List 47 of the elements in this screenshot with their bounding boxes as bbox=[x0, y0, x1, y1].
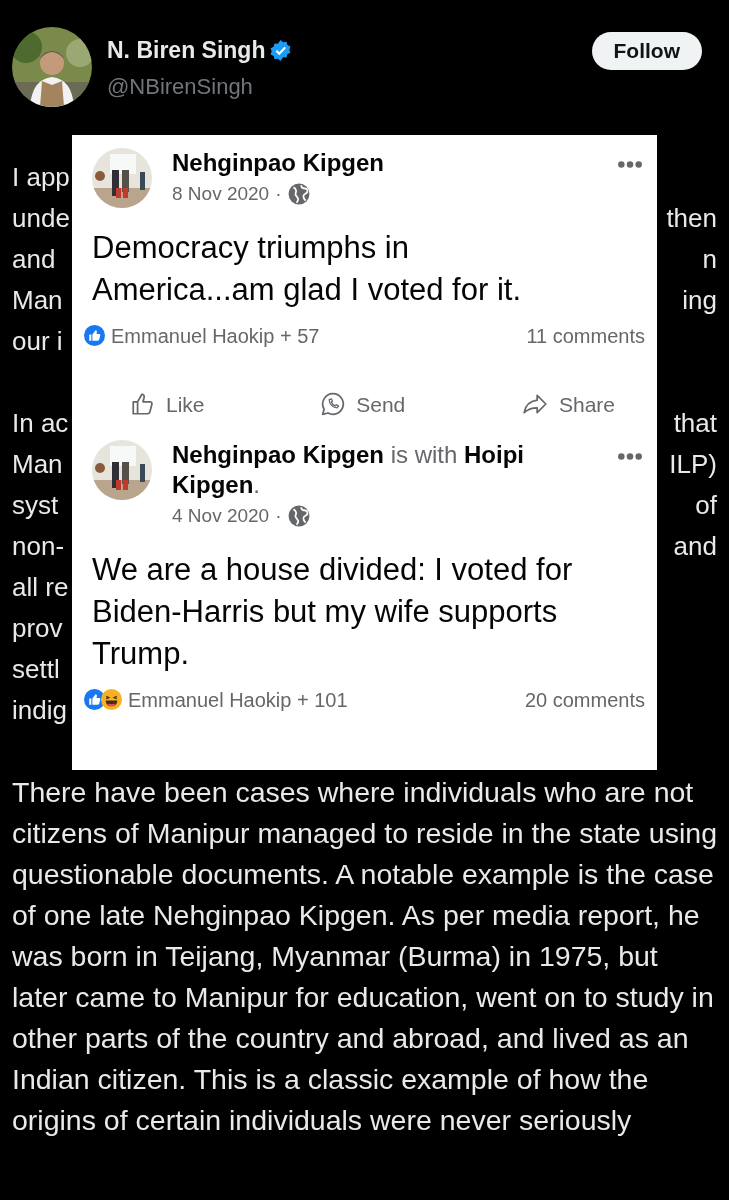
tweet-text-fragment: Man bbox=[12, 448, 63, 481]
thumbs-up-icon bbox=[130, 391, 156, 418]
tweet-text-fragment: that bbox=[673, 407, 717, 440]
globe-icon bbox=[287, 505, 310, 528]
tweet-text-fragment: then bbox=[666, 202, 717, 235]
separator-dot: · bbox=[275, 504, 282, 528]
post-author-line: Nehginpao Kipgen is with Hoipi Kipgen. bbox=[172, 440, 525, 500]
tweet-text-fragment: I app bbox=[12, 161, 70, 194]
comment-count[interactable]: 20 comments bbox=[524, 684, 645, 715]
like-reaction-icon bbox=[84, 325, 105, 346]
tweet-text-fragment: settl bbox=[12, 653, 60, 686]
tweet-text-fragment: all re bbox=[12, 571, 69, 604]
tweet-text-fragment: syst bbox=[12, 489, 59, 522]
post-date: 4 Nov 2020 bbox=[172, 504, 270, 528]
tweet-text-fragment: Man bbox=[12, 284, 63, 317]
tweet-text-fragment: ing bbox=[682, 284, 717, 317]
more-options-icon[interactable] bbox=[617, 160, 643, 169]
tweet-text-fragment: In ac bbox=[12, 407, 69, 440]
tweet-paragraph: There have been cases where individuals who are not citizens of Manipur managed to reside in the state using questionable documents. A notable example is the case of one late Nehginpao Kipgen. As per media report, he was born in Teijang, Myanmar (Burma) in 1975, but later came to Manipur for education, went on to study in other parts of the country and abroad, and lived as an Indian citizen. This is a classic example of how the origins of certain individuals were never seriously bbox=[12, 775, 717, 1138]
tweet-text-fragment: our i bbox=[12, 325, 63, 358]
chat-bubble-icon bbox=[320, 391, 347, 418]
tweet-text-fragment: of bbox=[695, 489, 717, 522]
more-options-icon[interactable] bbox=[617, 452, 643, 461]
tweet-text-fragment: prov bbox=[12, 612, 63, 645]
tweet-text-fragment: ILP) bbox=[669, 448, 717, 481]
like-button[interactable]: Like bbox=[130, 388, 205, 420]
post-author-line: Nehginpao Kipgen bbox=[172, 148, 385, 178]
comment-count[interactable]: 11 comments bbox=[526, 320, 645, 351]
tweet-text-fragment: n bbox=[702, 243, 717, 276]
reactor-names[interactable]: Emmanuel Haokip + 57 bbox=[111, 320, 320, 351]
author-name[interactable]: N. Biren Singh bbox=[107, 33, 266, 68]
tweet-text-fragment: non- bbox=[12, 530, 65, 563]
tweet-text-fragment: indig bbox=[12, 694, 67, 727]
post-text: We are a house divided: I voted for Biden-Harris but my wife supports Trump. bbox=[92, 550, 574, 673]
tweet-text-fragment: unde bbox=[12, 202, 70, 235]
post-text: Democracy triumphs in America...am glad I voted for it. bbox=[92, 228, 522, 309]
reactor-names[interactable]: Emmanuel Haokip + 101 bbox=[128, 684, 348, 715]
post-date: 8 Nov 2020 bbox=[172, 182, 270, 206]
tweet-text-fragment: and bbox=[673, 530, 717, 563]
globe-icon bbox=[287, 183, 310, 206]
author-handle: @NBirenSingh bbox=[107, 72, 254, 101]
separator-dot: · bbox=[275, 182, 282, 206]
share-button[interactable]: Share bbox=[520, 388, 615, 420]
tweet-text-fragment: and bbox=[12, 243, 56, 276]
laughing-reaction-icon bbox=[101, 689, 122, 710]
follow-button[interactable]: Follow bbox=[591, 32, 702, 70]
send-button[interactable]: Send bbox=[320, 388, 406, 420]
